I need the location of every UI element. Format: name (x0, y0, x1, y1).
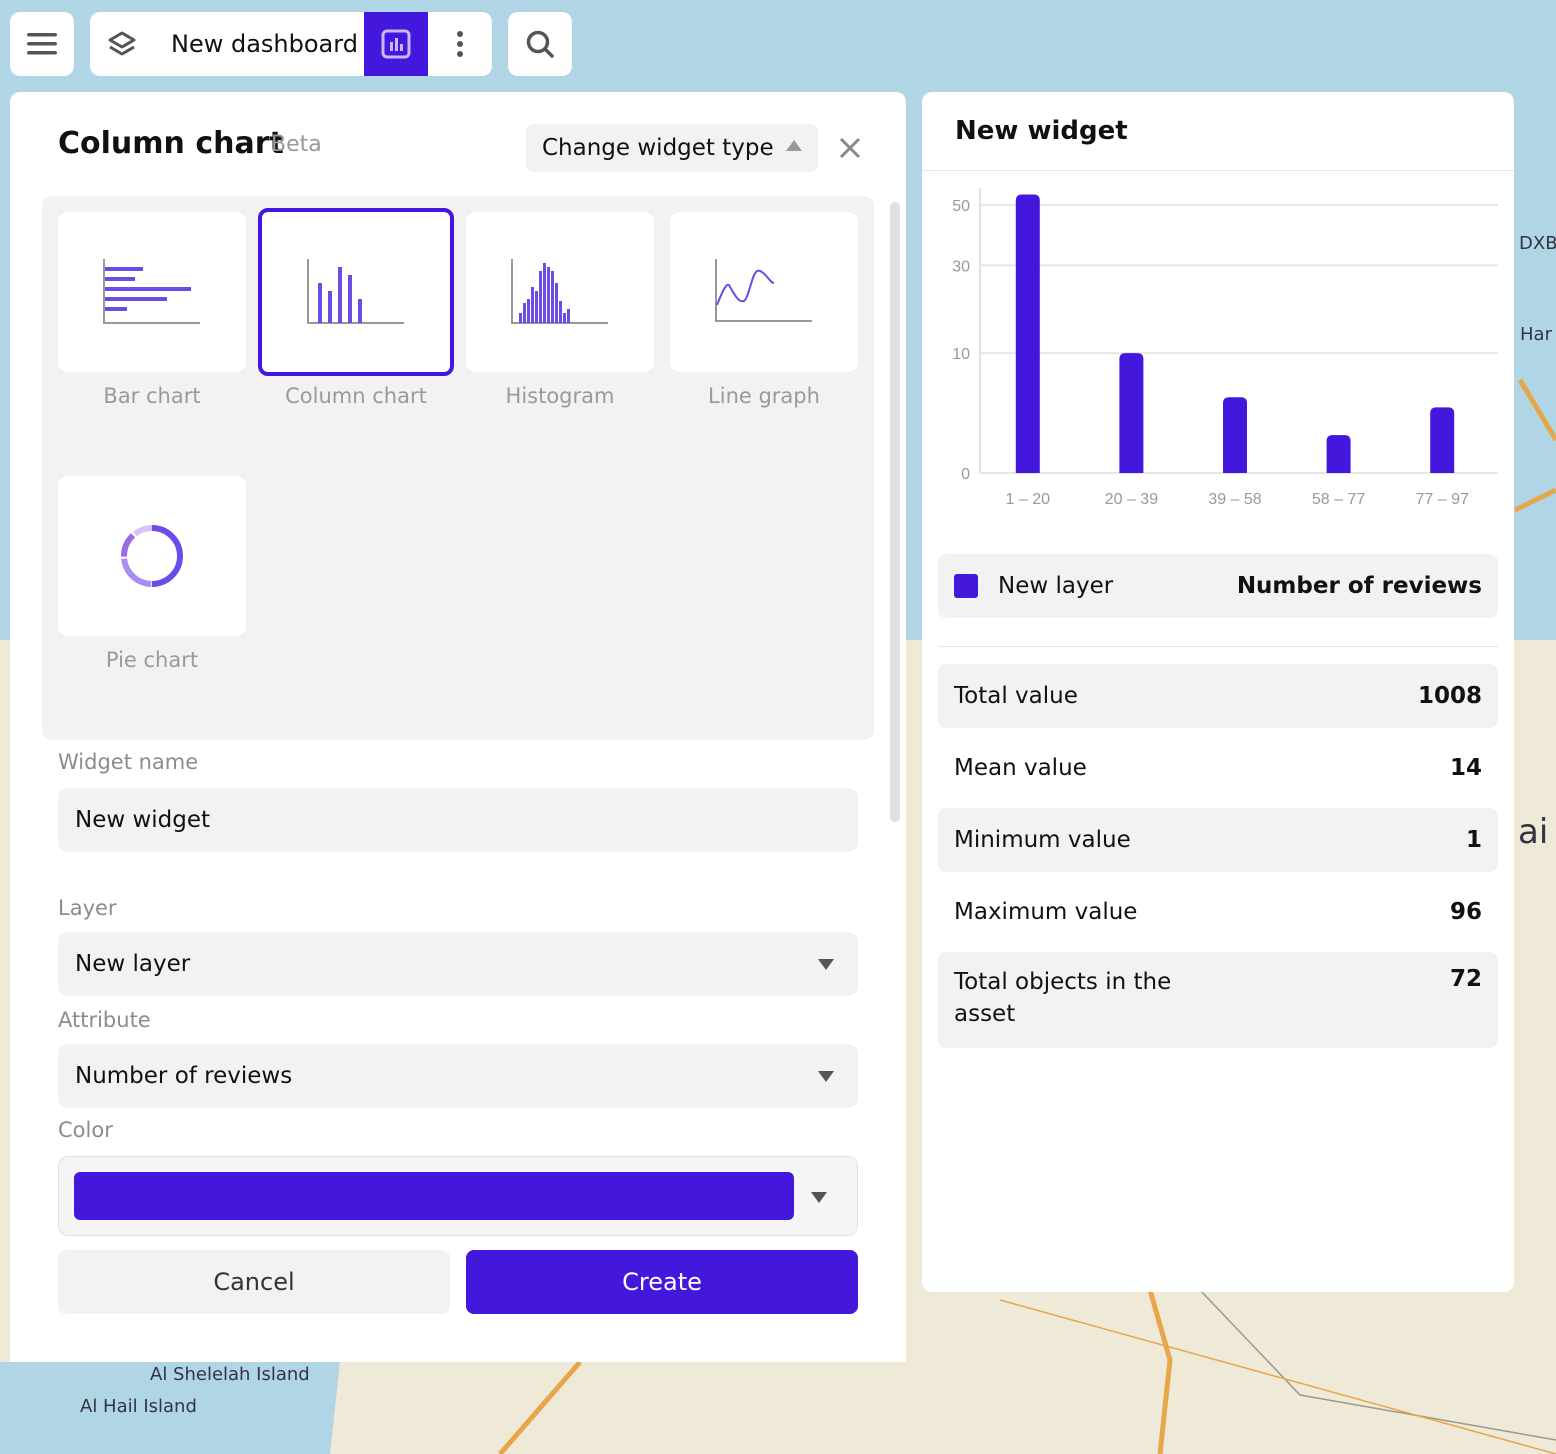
column-bar (1430, 407, 1455, 473)
attribute-label: Attribute (58, 1008, 151, 1032)
layer-value: New layer (75, 951, 191, 977)
layer-label: Layer (58, 896, 117, 920)
layer-select[interactable]: New layer (58, 932, 858, 996)
column-bar (1015, 194, 1040, 473)
widget-title: New widget (955, 116, 1128, 146)
caret-down-icon (811, 1192, 827, 1203)
scrollbar[interactable] (890, 202, 900, 822)
more-button[interactable] (428, 12, 492, 76)
menu-button[interactable] (10, 12, 74, 76)
close-icon[interactable] (839, 137, 861, 159)
stat-row: Total value 1008 (938, 664, 1498, 728)
color-label: Color (58, 1118, 113, 1142)
y-tick-label: 0 (961, 466, 970, 483)
search-button[interactable] (508, 12, 572, 76)
stat-value: 14 (1449, 755, 1482, 781)
stat-value: 72 (1449, 966, 1482, 992)
column-chart-icon (307, 259, 404, 324)
stat-value: 1008 (1417, 683, 1482, 709)
stat-value: 96 (1449, 899, 1482, 925)
widget-type-label: Line graph (708, 384, 820, 408)
map-label: Al Hail Island (80, 1396, 197, 1417)
widget-type-column-chart[interactable] (258, 208, 454, 376)
map-label: ai (1518, 812, 1549, 852)
map-label: Al Shelelah Island (150, 1364, 310, 1385)
histogram-icon (511, 259, 608, 324)
divider (938, 646, 1498, 647)
legend-attribute: Number of reviews (1236, 573, 1482, 599)
widget-type-bar-chart[interactable] (58, 212, 246, 372)
legend-swatch (954, 574, 978, 598)
column-bar (1326, 435, 1351, 473)
color-swatch (74, 1172, 794, 1220)
attribute-select[interactable]: Number of reviews (58, 1044, 858, 1108)
column-chart: 0 10 30 50 1 – 20 20 – 39 39 – 58 58 – 77 77 – 9… (952, 188, 1498, 508)
widget-type-label: Pie chart (105, 648, 199, 672)
widget-type-histogram[interactable] (466, 212, 654, 372)
dashboard-chart-icon (381, 29, 411, 59)
y-tick-label: 30 (952, 258, 970, 275)
change-widget-type-label: Change widget type (542, 135, 774, 161)
bar-chart-icon (103, 259, 200, 324)
menu-icon (27, 33, 57, 55)
dashboard-selector[interactable]: New dashboard (90, 12, 492, 76)
stat-label: Minimum value (954, 827, 1131, 853)
stat-label: Mean value (954, 755, 1087, 781)
more-vertical-icon (457, 31, 463, 57)
attribute-value: Number of reviews (75, 1063, 293, 1089)
stat-label: Total objects in the asset (954, 969, 1172, 1027)
stat-label: Total value (954, 683, 1078, 709)
caret-down-icon (818, 959, 834, 970)
stat-value: 1 (1465, 827, 1482, 853)
stat-label: Maximum value (954, 899, 1138, 925)
map-label: Har (1520, 324, 1552, 345)
beta-badge: Beta (271, 132, 322, 157)
divider (922, 170, 1514, 171)
layers-icon (108, 31, 136, 56)
dashboard-title: New dashboard (171, 30, 358, 58)
x-tick-label: 39 – 58 (1208, 491, 1261, 508)
x-tick-label: 20 – 39 (1105, 491, 1158, 508)
widget-type-label: Histogram (505, 384, 615, 408)
x-tick-label: 58 – 77 (1312, 491, 1365, 508)
widget-name-value: New widget (75, 807, 211, 833)
widget-type-pie-chart[interactable] (58, 476, 246, 636)
pie-chart-icon (121, 525, 183, 587)
x-tick-label: 1 – 20 (1006, 491, 1051, 508)
stat-row: Mean value 14 (938, 736, 1498, 800)
y-tick-label: 50 (952, 198, 970, 215)
widget-type-label: Bar chart (103, 384, 201, 408)
widget-name-label: Widget name (58, 750, 199, 774)
widget-preview-panel: New widget 0 10 30 50 1 – 20 20 – 39 39 – 58 58… (922, 92, 1514, 1292)
dashboard-view-button[interactable] (364, 12, 428, 76)
stat-row: Minimum value 1 (938, 808, 1498, 872)
x-tick-label: 77 – 97 (1416, 491, 1469, 508)
legend-layer: New layer (998, 573, 1114, 599)
widget-type-grid: Bar chart Column chart Histogram Line gr… (42, 196, 874, 740)
editor-title: Column chart (58, 126, 284, 161)
widget-name-input[interactable]: New widget (58, 788, 858, 852)
widget-type-line-graph[interactable] (670, 212, 858, 372)
stat-row: Total objects in the asset 72 (938, 952, 1498, 1048)
color-select[interactable] (58, 1156, 858, 1236)
y-tick-label: 10 (952, 346, 970, 363)
stat-row: Maximum value 96 (938, 880, 1498, 944)
widget-type-label: Column chart (285, 384, 427, 408)
legend-item: New layer Number of reviews (938, 554, 1498, 618)
column-bar (1119, 353, 1144, 473)
change-widget-type-button[interactable]: Change widget type (526, 124, 818, 172)
chevron-up-icon (786, 140, 802, 151)
caret-down-icon (818, 1071, 834, 1082)
widget-editor-panel: Column chart Beta Change widget type Bar… (10, 92, 906, 1362)
create-button[interactable]: Create (466, 1250, 858, 1314)
line-graph-icon (715, 259, 812, 322)
search-icon (526, 30, 554, 58)
cancel-button[interactable]: Cancel (58, 1250, 450, 1314)
map-label: DXB (1519, 233, 1556, 254)
column-bar (1223, 397, 1247, 473)
